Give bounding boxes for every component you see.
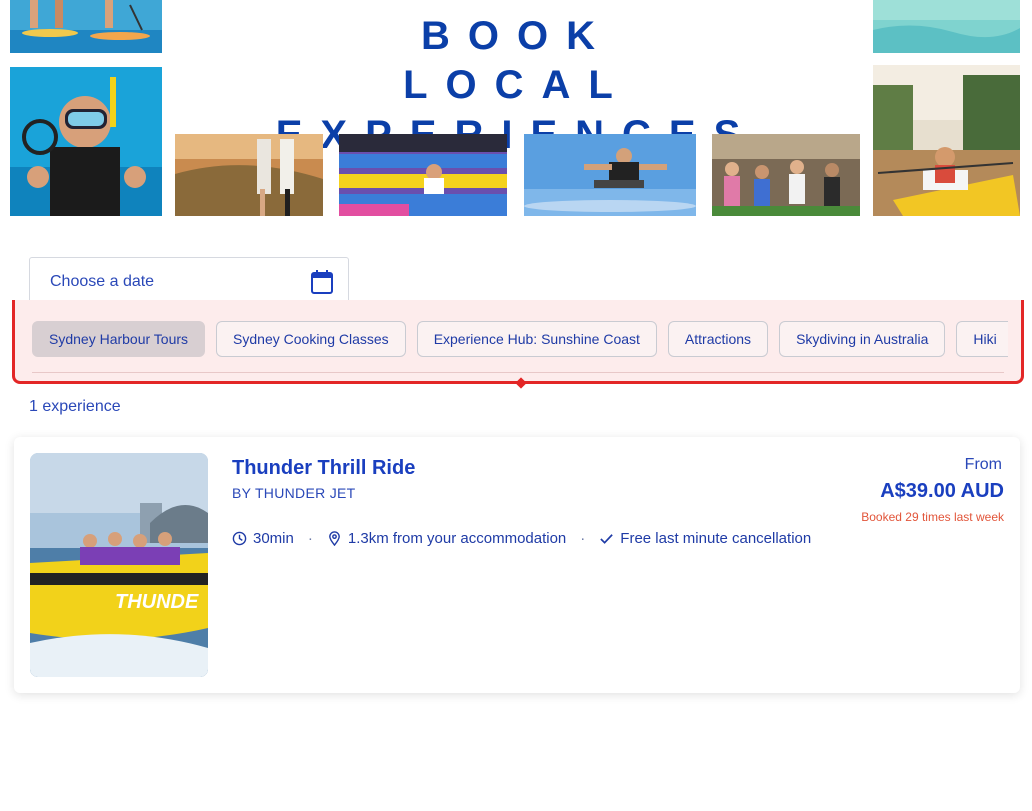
category-chip-sydney-harbour-tours[interactable]: Sydney Harbour Tours [32,321,206,357]
category-chip-skydiving-in-australia[interactable]: Skydiving in Australia [779,321,946,357]
date-picker[interactable]: Choose a date [29,257,349,305]
trampoline-park-photo [339,134,507,216]
headline-line-1: BOOK [421,14,613,58]
experience-meta: 30min · 1.3km from your accommodation · … [232,530,811,547]
hiking-couple-photo [175,134,323,216]
paddleboard-photo [10,0,162,53]
calendar-icon[interactable] [311,270,333,294]
skydiving-photo [524,134,696,216]
category-chip-experience-hub-sunshine-coast[interactable]: Experience Hub: Sunshine Coast [416,321,657,357]
highlight-pointer [515,377,527,389]
experience-title[interactable]: Thunder Thrill Ride [232,457,415,480]
price-from-label: From [964,456,1002,473]
market-crowd-photo [712,134,860,216]
kayak-photo [873,65,1020,216]
date-picker-placeholder: Choose a date [50,273,155,290]
experience-operator: BY THUNDER JET [232,485,356,501]
results-count: 1 experience [29,398,121,415]
category-chip-hiking[interactable]: Hiki [956,321,1008,357]
category-chip-attractions[interactable]: Attractions [667,321,769,357]
meta-separator: · [580,530,586,547]
experience-distance: 1.3km from your accommodation [347,530,567,547]
experience-thumbnail[interactable]: THUNDE [30,453,208,677]
category-list: Sydney Harbour Tours Sydney Cooking Clas… [32,321,1008,357]
category-divider [32,372,1004,373]
meta-separator: · [307,530,313,547]
experience-duration: 30min [253,530,294,547]
experience-card[interactable]: THUNDE Thunder Thrill Ride BY THUNDER JE… [14,437,1020,693]
clock-icon [232,531,247,546]
svg-text:THUNDE: THUNDE [115,591,199,613]
booked-count-badge: Booked 29 times last week [861,510,1004,524]
category-scroll[interactable]: Sydney Harbour Tours Sydney Cooking Clas… [32,321,1008,359]
clear-water-photo [873,0,1020,53]
scuba-diver-photo [10,67,162,216]
experience-price: A$39.00 AUD [880,480,1004,502]
location-pin-icon [328,531,340,546]
category-strip: Sydney Harbour Tours Sydney Cooking Clas… [12,300,1024,389]
experience-cancellation: Free last minute cancellation [620,530,812,547]
category-chip-sydney-cooking-classes[interactable]: Sydney Cooking Classes [216,321,406,357]
checkmark-icon [600,534,614,544]
hero-banner: BOOK LOCAL EXPERIENCES [0,0,1032,222]
